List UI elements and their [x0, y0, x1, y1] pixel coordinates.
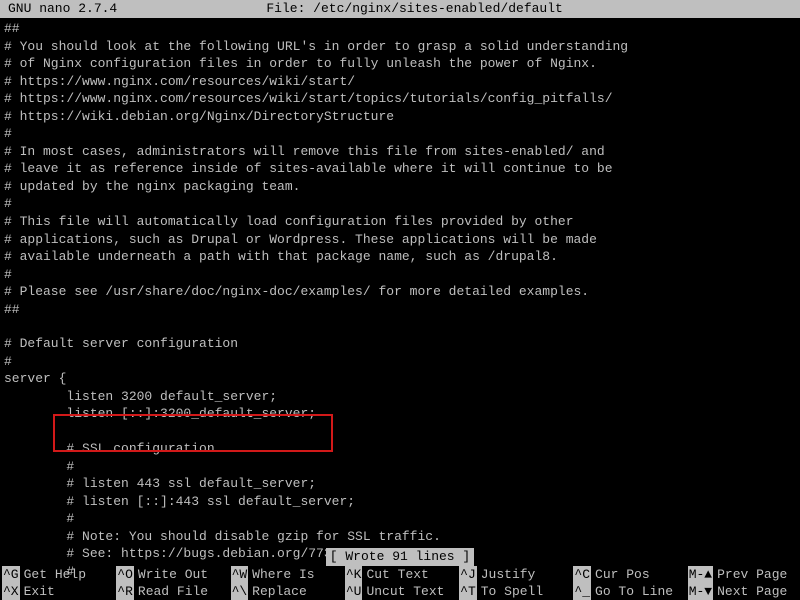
- shortcut-label: Get Help: [24, 566, 86, 584]
- shortcut-key-icon: ^K: [345, 566, 363, 584]
- shortcut-key-icon: M-▼: [688, 583, 713, 600]
- shortcut-key-icon: ^C: [573, 566, 591, 584]
- shortcut-bar: ^GGet Help^OWrite Out^WWhere Is^KCut Tex…: [0, 566, 800, 600]
- shortcut-label: Prev Page: [717, 566, 787, 584]
- shortcut-label: Exit: [24, 583, 55, 600]
- editor-line: # applications, such as Drupal or Wordpr…: [4, 231, 796, 249]
- editor-line: # Note: You should disable gzip for SSL …: [4, 528, 796, 546]
- editor-line: #: [4, 510, 796, 528]
- editor-line: # listen 443 ssl default_server;: [4, 475, 796, 493]
- editor-line: # leave it as reference inside of sites-…: [4, 160, 796, 178]
- editor-line: # Please see /usr/share/doc/nginx-doc/ex…: [4, 283, 796, 301]
- editor-line: #: [4, 458, 796, 476]
- shortcut-extra-0[interactable]: M-▲Prev Page: [686, 566, 800, 583]
- shortcut-key-icon: ^O: [116, 566, 134, 584]
- shortcut-5[interactable]: ^CCur Pos: [571, 566, 685, 583]
- app-name: GNU nano 2.7.4: [8, 0, 117, 18]
- shortcut-9[interactable]: ^UUncut Text: [343, 583, 457, 600]
- shortcut-key-icon: ^X: [2, 583, 20, 600]
- shortcut-key-icon: M-▲: [688, 566, 713, 584]
- shortcut-3[interactable]: ^KCut Text: [343, 566, 457, 583]
- shortcut-label: Cur Pos: [595, 566, 650, 584]
- shortcut-4[interactable]: ^JJustify: [457, 566, 571, 583]
- shortcut-11[interactable]: ^_Go To Line: [571, 583, 685, 600]
- editor-line: [4, 318, 796, 335]
- editor-line: #: [4, 353, 796, 371]
- editor-line: # SSL configuration: [4, 440, 796, 458]
- shortcut-8[interactable]: ^\Replace: [229, 583, 343, 600]
- shortcut-label: Justify: [481, 566, 536, 584]
- shortcut-key-icon: ^T: [459, 583, 477, 600]
- shortcut-label: Write Out: [138, 566, 208, 584]
- shortcut-1[interactable]: ^OWrite Out: [114, 566, 228, 583]
- shortcut-key-icon: ^_: [573, 583, 591, 600]
- shortcut-key-icon: ^J: [459, 566, 477, 584]
- shortcut-label: Where Is: [252, 566, 314, 584]
- shortcut-label: To Spell: [481, 583, 543, 600]
- shortcut-key-icon: ^\: [231, 583, 249, 600]
- editor-line: # In most cases, administrators will rem…: [4, 143, 796, 161]
- header-bar: GNU nano 2.7.4 File: /etc/nginx/sites-en…: [0, 0, 800, 18]
- shortcut-key-icon: ^G: [2, 566, 20, 584]
- shortcut-label: Uncut Text: [366, 583, 444, 600]
- editor-line: # https://www.nginx.com/resources/wiki/s…: [4, 73, 796, 91]
- shortcut-key-icon: ^U: [345, 583, 363, 600]
- editor-line: # This file will automatically load conf…: [4, 213, 796, 231]
- editor-line: # updated by the nginx packaging team.: [4, 178, 796, 196]
- status-message: [ Wrote 91 lines ]: [326, 548, 474, 566]
- editor-line: [4, 423, 796, 440]
- editor-line: server {: [4, 370, 796, 388]
- shortcut-10[interactable]: ^TTo Spell: [457, 583, 571, 600]
- shortcut-label: Next Page: [717, 583, 787, 600]
- shortcut-label: Go To Line: [595, 583, 673, 600]
- shortcut-label: Cut Text: [366, 566, 428, 584]
- shortcut-2[interactable]: ^WWhere Is: [229, 566, 343, 583]
- shortcut-7[interactable]: ^RRead File: [114, 583, 228, 600]
- file-path: File: /etc/nginx/sites-enabled/default: [117, 0, 712, 18]
- editor-line: # available underneath a path with that …: [4, 248, 796, 266]
- editor-line: ##: [4, 20, 796, 38]
- editor-line: # https://wiki.debian.org/Nginx/Director…: [4, 108, 796, 126]
- shortcut-0[interactable]: ^GGet Help: [0, 566, 114, 583]
- editor-content[interactable]: ### You should look at the following URL…: [0, 18, 800, 580]
- editor-line: #: [4, 125, 796, 143]
- editor-line: # of Nginx configuration files in order …: [4, 55, 796, 73]
- editor-line: # listen [::]:443 ssl default_server;: [4, 493, 796, 511]
- shortcut-6[interactable]: ^XExit: [0, 583, 114, 600]
- shortcut-label: Read File: [138, 583, 208, 600]
- shortcut-key-icon: ^R: [116, 583, 134, 600]
- status-bar-wrap: [ Wrote 91 lines ]: [0, 548, 800, 566]
- editor-line: # You should look at the following URL's…: [4, 38, 796, 56]
- editor-line: #: [4, 195, 796, 213]
- shortcut-key-icon: ^W: [231, 566, 249, 584]
- editor-line: #: [4, 266, 796, 284]
- editor-line: ##: [4, 301, 796, 319]
- editor-line: # Default server configuration: [4, 335, 796, 353]
- editor-line: listen [::]:3200_default_server;: [4, 405, 796, 423]
- shortcut-label: Replace: [252, 583, 307, 600]
- editor-line: listen 3200 default_server;: [4, 388, 796, 406]
- editor-line: # https://www.nginx.com/resources/wiki/s…: [4, 90, 796, 108]
- shortcut-extra-1[interactable]: M-▼Next Page: [686, 583, 800, 600]
